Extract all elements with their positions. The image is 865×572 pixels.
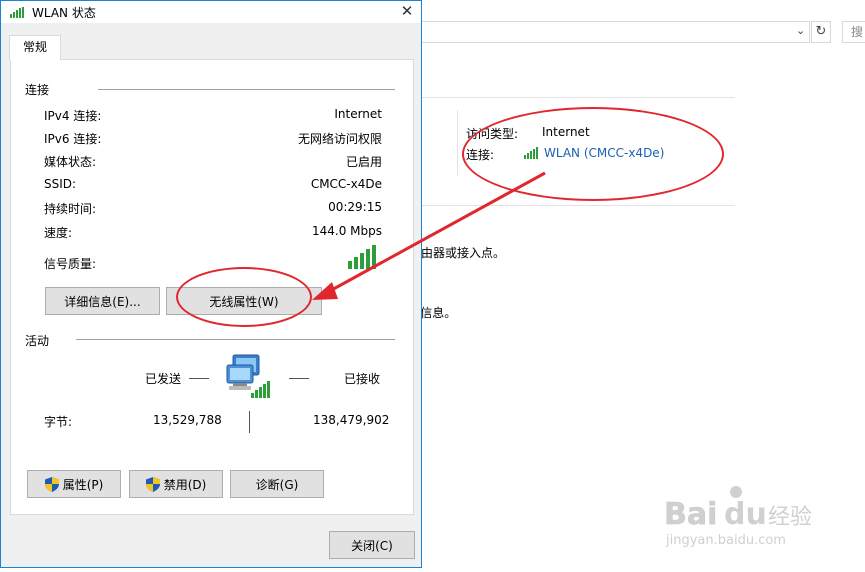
svg-text:Bai: Bai	[664, 497, 717, 532]
svg-text:jingyan.baidu.com: jingyan.baidu.com	[665, 533, 786, 548]
tab-general[interactable]: 常规	[9, 35, 61, 60]
svg-text:du: du	[724, 497, 767, 532]
baidu-watermark-logo: Bai du 经验 jingyan.baidu.com	[664, 486, 812, 548]
svg-text:经验: 经验	[768, 505, 812, 530]
